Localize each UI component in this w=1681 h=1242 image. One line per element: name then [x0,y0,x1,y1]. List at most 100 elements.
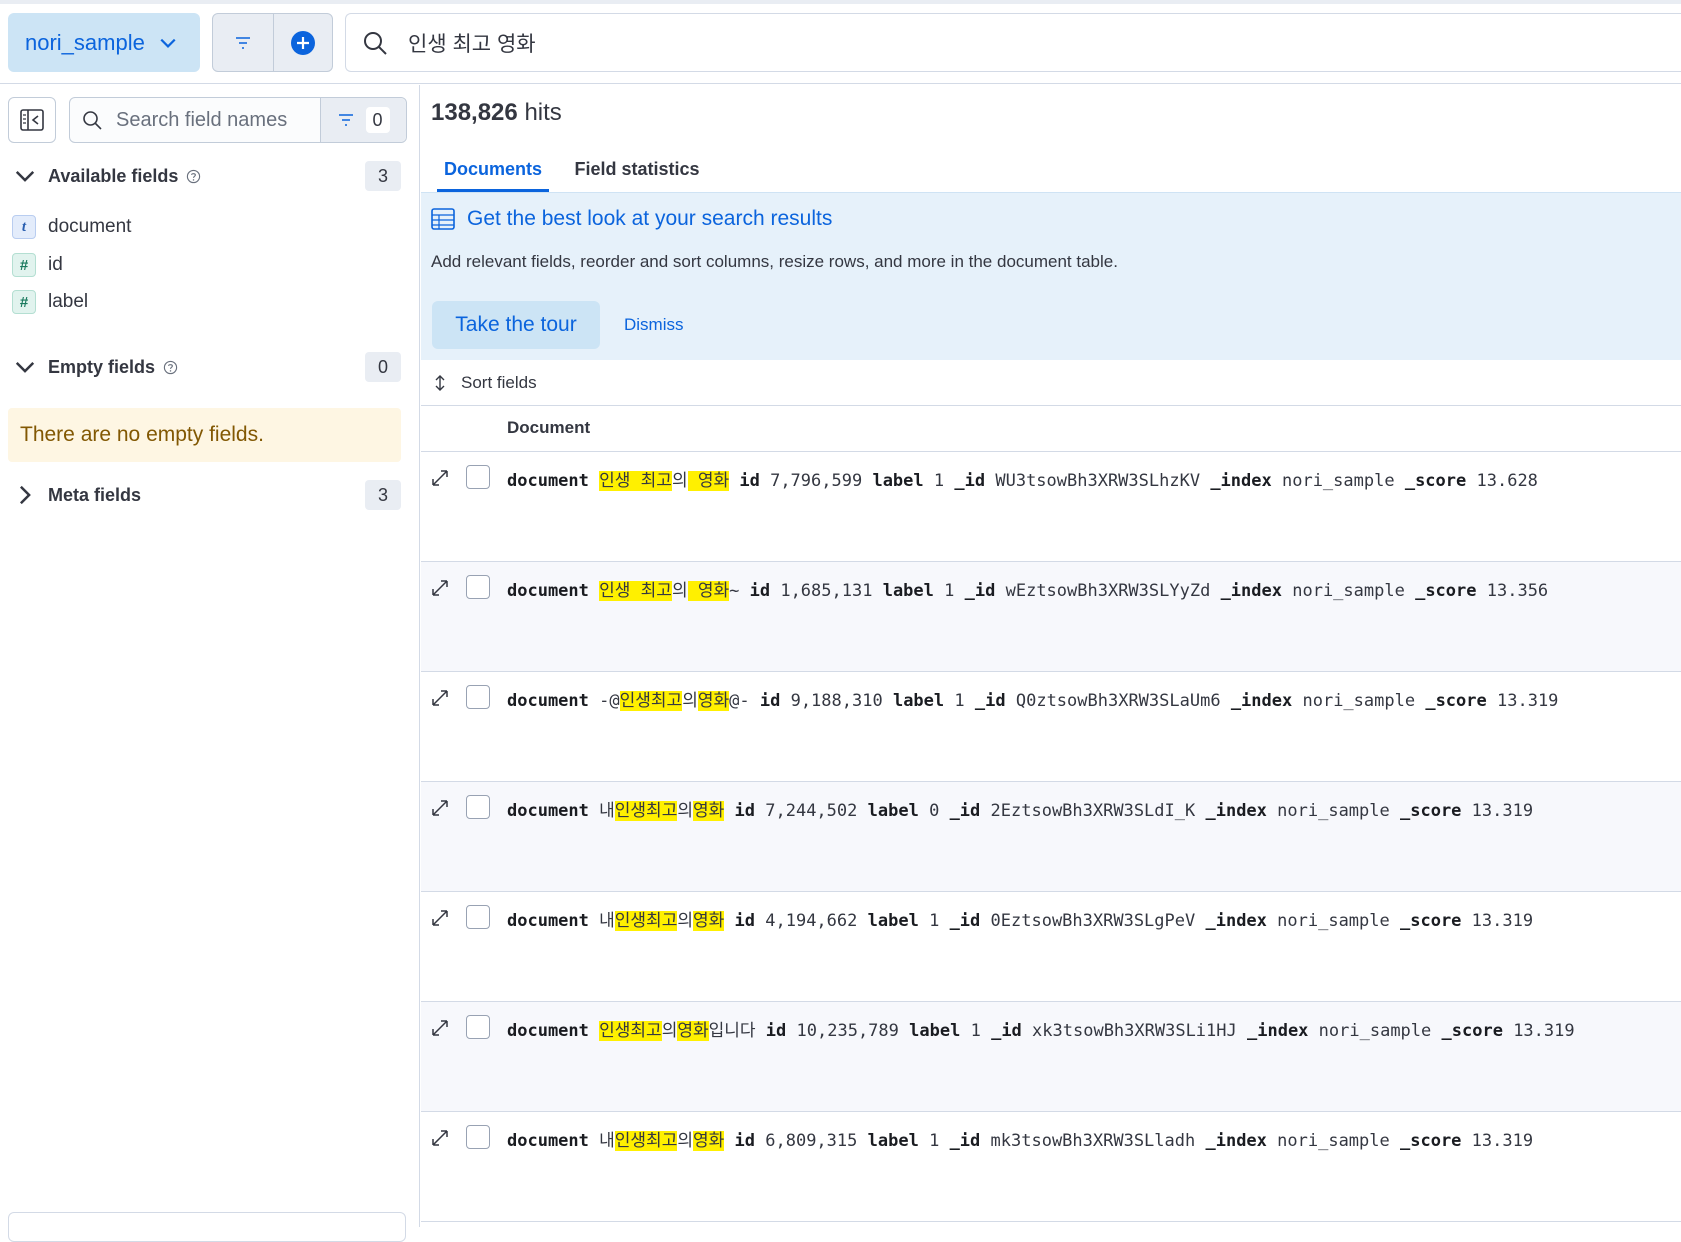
view-tabs: Documents Field statistics [421,147,1681,192]
available-fields-toggle[interactable]: Available fields 3 [14,160,401,192]
expand-icon[interactable] [429,797,451,819]
row-checkbox[interactable] [466,1125,490,1149]
field-type-filter-button[interactable]: 0 [320,98,406,142]
add-filter-button[interactable] [272,14,333,71]
field-key: document [507,911,589,931]
field-key: _index [1205,911,1267,931]
table-row: document -@인생최고의영화@- id 9,188,310 label … [421,672,1681,782]
field-value-index: nori_sample [1277,911,1390,931]
tour-callout: Get the best look at your search results… [421,192,1681,360]
field-value-label: 1 [954,691,965,711]
field-value-id: xk3tsowBh3XRW3SLi1HJ [1032,1021,1237,1041]
filter-icon [338,114,353,126]
filter-button[interactable] [213,14,273,71]
question-icon[interactable] [163,360,178,375]
field-key: label [867,1131,919,1151]
meta-fields-toggle[interactable]: Meta fields 3 [14,479,401,511]
field-value-label: 1 [929,1131,940,1151]
sort-fields-label: Sort fields [461,372,537,392]
column-header-document[interactable]: Document [507,418,590,438]
row-checkbox[interactable] [466,1015,490,1039]
tour-description: Add relevant fields, reorder and sort co… [431,252,1118,271]
tab-field-statistics[interactable]: Field statistics [567,147,707,192]
field-value-label: 1 [944,581,955,601]
field-search-placeholder: Search field names [116,108,288,131]
field-key: id [734,801,755,821]
expand-icon[interactable] [429,687,451,709]
sort-fields-button[interactable]: Sort fields [421,360,1681,406]
document-summary: document 인생 최고의 영화 id 7,796,599 label 1 … [507,466,1538,491]
table-row: document 인생최고의영화입니다 id 10,235,789 label … [421,1002,1681,1112]
column-header: Document [421,406,1681,452]
table-icon [431,208,455,230]
table-row: document 인생 최고의 영화 id 7,796,599 label 1 … [421,452,1681,562]
row-checkbox[interactable] [466,795,490,819]
row-checkbox[interactable] [466,465,490,489]
field-key: _score [1404,471,1467,491]
table-row: document 내인생최고의영화 id 7,244,502 label 0 _… [421,782,1681,892]
field-key: _score [1400,911,1462,931]
field-value-id: wEztsowBh3XRW3SLYyZd [1005,581,1211,601]
row-checkbox[interactable] [466,905,490,929]
field-value-score: 13.628 [1476,471,1538,491]
query-input[interactable]: 인생 최고 영화 [345,13,1681,72]
text-segment: 내 [599,911,615,931]
table-row: document 내인생최고의영화 id 4,194,662 label 1 _… [421,892,1681,1002]
expand-icon[interactable] [429,907,451,929]
expand-icon[interactable] [429,1127,451,1149]
expand-icon[interactable] [429,577,451,599]
tour-title-text: Get the best look at your search results [467,207,833,230]
text-segment: 내 [599,801,615,821]
text-segment: 의 [677,911,693,931]
highlight-match: 영화 [687,471,730,491]
empty-fields-toggle[interactable]: Empty fields 0 [14,351,401,383]
dismiss-button[interactable]: Dismiss [624,301,684,349]
row-checkbox[interactable] [466,685,490,709]
field-item-id[interactable]: # id [12,250,392,280]
highlight-match: 인생 최고 [599,471,672,491]
highlight-match: 인생최고 [614,801,678,821]
highlight-match: 인생최고 [619,691,683,711]
field-key: _score [1400,1131,1462,1151]
number-type-icon: # [12,290,36,314]
field-key: document [507,1131,589,1151]
field-key: _id [949,1131,981,1151]
field-value-score: 13.319 [1497,691,1559,711]
data-view-name: nori_sample [25,29,145,55]
empty-fields-message: There are no empty fields. [8,408,401,462]
highlight-match: 영화 [692,1131,725,1151]
text-segment: 의 [661,1021,678,1041]
field-key: document [507,801,589,821]
expand-icon[interactable] [429,467,451,489]
field-item-document[interactable]: t document [12,212,392,242]
take-tour-button[interactable]: Take the tour [432,301,600,349]
table-row: document 내인생최고의영화 id 6,809,315 label 1 _… [421,1112,1681,1222]
expand-icon[interactable] [429,1017,451,1039]
field-key: id [759,691,781,711]
tab-documents[interactable]: Documents [437,147,549,192]
field-search-input[interactable]: Search field names [70,98,320,142]
add-field-button[interactable] [8,1212,406,1242]
sort-icon [435,374,445,391]
field-key: label [867,911,919,931]
top-bar: nori_sample 인생 최고 영화 [0,4,1681,84]
field-value-score: 13.319 [1471,911,1534,931]
field-key: _id [954,471,986,491]
field-value-id: 10,235,789 [796,1021,899,1041]
field-item-label[interactable]: # label [12,287,392,317]
field-value-document: -@인생최고의영화@- [599,691,750,711]
field-value-document: 내인생최고의영화 [599,1131,725,1151]
field-value-score: 13.319 [1471,801,1534,821]
collapse-sidebar-button[interactable] [8,97,56,143]
table-row: document 인생 최고의 영화~ id 1,685,131 label 1… [421,562,1681,672]
highlight-match: 영화 [692,911,725,931]
data-view-picker[interactable]: nori_sample [8,13,200,72]
field-key: _id [949,801,981,821]
document-summary: document -@인생최고의영화@- id 9,188,310 label … [507,686,1558,711]
chevron-down-icon [15,361,35,373]
row-checkbox[interactable] [466,575,490,599]
text-segment: 의 [677,1131,693,1151]
field-value-label: 1 [929,911,940,931]
question-icon[interactable] [186,169,201,184]
field-value-score: 13.319 [1471,1131,1534,1151]
